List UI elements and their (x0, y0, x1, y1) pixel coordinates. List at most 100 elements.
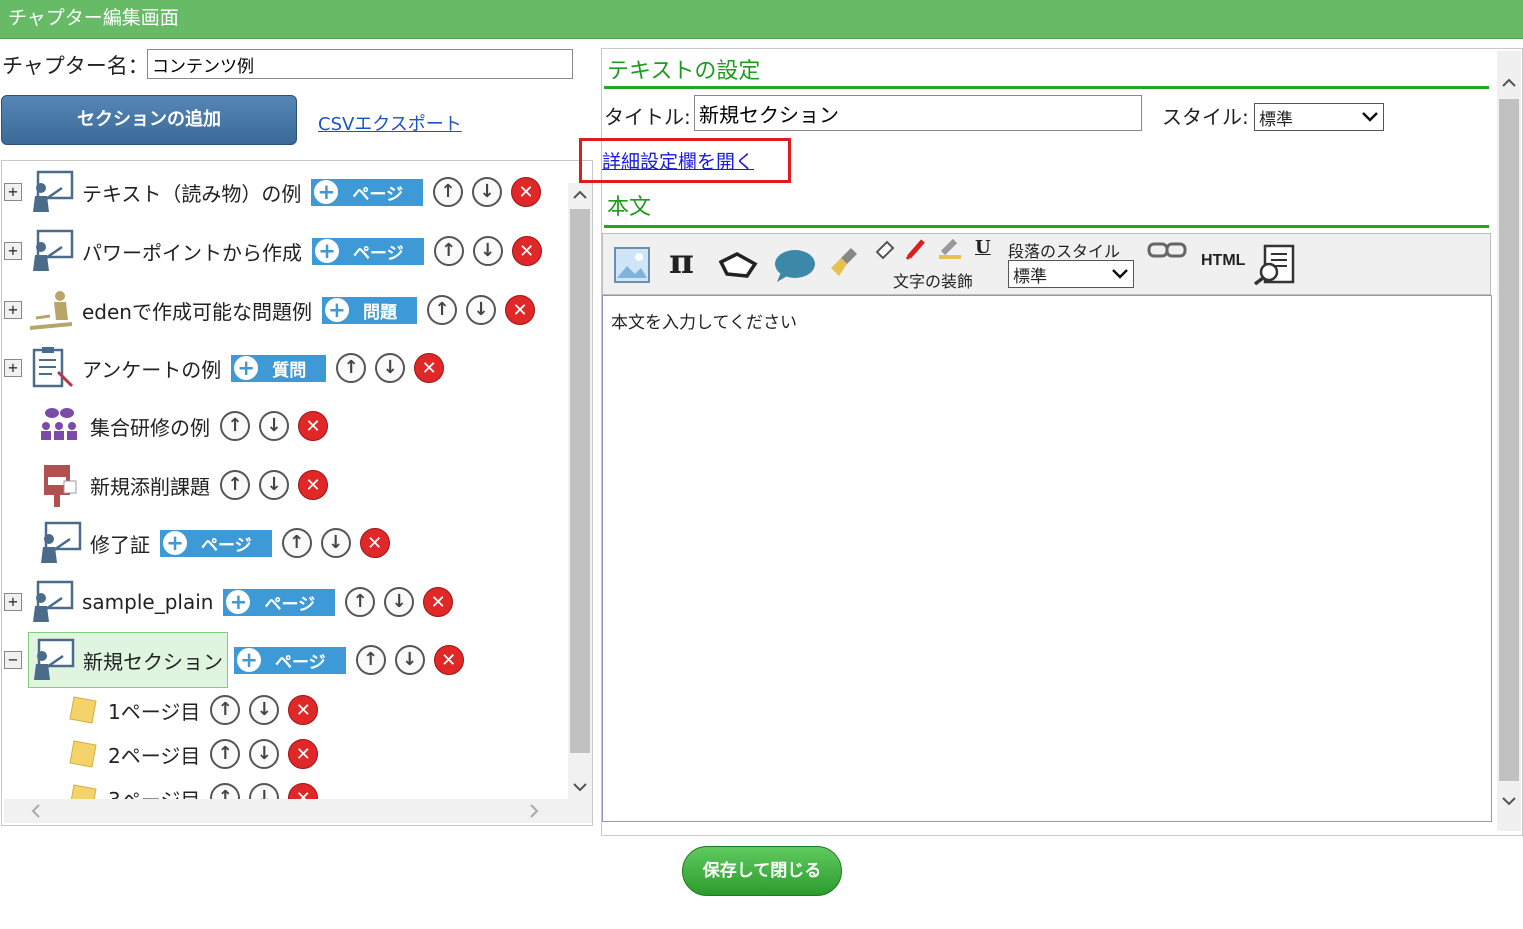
page-row[interactable]: 2ページ目 ↑ ↓ ✕ (68, 732, 327, 776)
scroll-down-icon[interactable] (1501, 793, 1517, 809)
speech-balloon-icon[interactable] (773, 248, 817, 284)
collapse-toggle[interactable]: − (4, 651, 22, 669)
expand-toggle[interactable]: + (4, 242, 22, 260)
formula-pi-icon[interactable]: π (669, 242, 694, 282)
section-label[interactable]: テキスト（読み物）の例 (82, 178, 301, 207)
move-down-button[interactable]: ↓ (375, 353, 406, 383)
expand-toggle[interactable]: + (4, 183, 22, 201)
shape-icon[interactable] (717, 248, 759, 282)
move-down-button[interactable]: ↓ (465, 295, 496, 325)
tree-row[interactable]: + パワーポイントから作成 + ページ ↑ ↓ ✕ (4, 229, 551, 273)
move-down-button[interactable]: ↓ (320, 528, 351, 558)
delete-button[interactable]: ✕ (433, 645, 464, 675)
highlighter-icon[interactable] (937, 237, 963, 261)
section-label[interactable]: 新規添削課題 (90, 471, 210, 500)
scroll-right-icon[interactable] (526, 803, 542, 819)
add-page-button[interactable]: + ページ (234, 646, 346, 674)
scroll-up-icon[interactable] (1501, 75, 1517, 91)
move-up-button[interactable]: ↑ (281, 528, 312, 558)
tree-row-selected[interactable]: − 新規セクション + ページ ↑ ↓ ✕ (4, 632, 473, 688)
selected-section-node[interactable]: 新規セクション (28, 632, 228, 688)
panel-vertical-scrollbar[interactable] (1497, 51, 1521, 831)
move-up-button[interactable]: ↑ (336, 353, 367, 383)
add-question-button[interactable]: + 問題 (321, 296, 417, 324)
page-label[interactable]: 1ページ目 (108, 696, 200, 725)
tree-row[interactable]: 集合研修の例 ↑ ↓ ✕ (12, 404, 337, 448)
scroll-left-icon[interactable] (28, 803, 44, 819)
preview-magnifier-icon[interactable] (1253, 244, 1297, 286)
add-question-button[interactable]: + 質問 (231, 354, 327, 382)
tree-vertical-scrollbar[interactable] (568, 183, 592, 823)
section-title-input[interactable] (694, 95, 1142, 131)
move-down-button[interactable]: ↓ (472, 236, 503, 266)
move-up-button[interactable]: ↑ (220, 470, 250, 500)
tree-row[interactable]: 新規添削課題 ↑ ↓ ✕ (12, 463, 337, 507)
delete-button[interactable]: ✕ (511, 236, 542, 266)
add-page-button[interactable]: + ページ (311, 178, 424, 206)
scroll-up-icon[interactable] (572, 187, 588, 203)
tree-scroll-thumb[interactable] (570, 209, 590, 753)
underline-icon[interactable]: U (975, 237, 991, 258)
delete-button[interactable]: ✕ (423, 587, 454, 617)
move-down-button[interactable]: ↓ (394, 645, 425, 675)
eraser-icon[interactable] (873, 238, 895, 262)
section-label[interactable]: 修了証 (90, 529, 150, 558)
format-brush-icon[interactable] (829, 246, 861, 282)
move-down-button[interactable]: ↓ (472, 177, 503, 207)
tree-horizontal-scrollbar[interactable] (4, 799, 568, 823)
insert-image-icon[interactable] (613, 246, 651, 284)
delete-button[interactable]: ✕ (511, 177, 542, 207)
move-down-button[interactable]: ↓ (249, 739, 280, 769)
scroll-down-icon[interactable] (572, 779, 588, 795)
red-pen-icon[interactable] (903, 237, 929, 261)
move-up-button[interactable]: ↑ (433, 177, 464, 207)
move-up-button[interactable]: ↑ (426, 295, 457, 325)
body-editor[interactable]: 本文を入力してください (602, 295, 1492, 822)
expand-toggle[interactable]: + (4, 301, 22, 319)
move-up-button[interactable]: ↑ (210, 739, 241, 769)
tree-row[interactable]: + edenで作成可能な問題例 + 問題 ↑ ↓ ✕ (4, 288, 544, 332)
delete-button[interactable]: ✕ (288, 695, 319, 725)
delete-button[interactable]: ✕ (414, 353, 445, 383)
move-down-button[interactable]: ↓ (259, 411, 289, 441)
section-label[interactable]: 集合研修の例 (90, 412, 210, 441)
delete-button[interactable]: ✕ (288, 739, 319, 769)
panel-scroll-thumb[interactable] (1499, 99, 1519, 781)
add-page-button[interactable]: + ページ (312, 237, 424, 265)
move-down-button[interactable]: ↓ (384, 587, 415, 617)
expand-toggle[interactable]: + (4, 593, 22, 611)
section-label[interactable]: edenで作成可能な問題例 (82, 296, 312, 325)
move-up-button[interactable]: ↑ (345, 587, 376, 617)
style-select[interactable]: 標準 (1254, 103, 1384, 131)
add-page-button[interactable]: + ページ (223, 588, 336, 616)
move-up-button[interactable]: ↑ (355, 645, 386, 675)
move-up-button[interactable]: ↑ (220, 411, 250, 441)
section-label[interactable]: sample_plain (82, 590, 213, 614)
delete-button[interactable]: ✕ (504, 295, 535, 325)
add-section-button[interactable]: セクションの追加 (1, 95, 297, 145)
link-chain-icon[interactable] (1147, 240, 1187, 260)
tree-row[interactable]: 修了証 + ページ ↑ ↓ ✕ (12, 521, 399, 565)
move-down-button[interactable]: ↓ (249, 695, 280, 725)
page-row[interactable]: 1ページ目 ↑ ↓ ✕ (68, 688, 327, 732)
paragraph-style-select[interactable]: 標準 (1008, 260, 1134, 288)
delete-button[interactable]: ✕ (359, 528, 390, 558)
delete-button[interactable]: ✕ (298, 411, 328, 441)
move-up-button[interactable]: ↑ (210, 695, 241, 725)
section-label[interactable]: 新規セクション (83, 646, 223, 675)
section-label[interactable]: アンケートの例 (82, 354, 221, 383)
delete-button[interactable]: ✕ (298, 470, 328, 500)
section-label[interactable]: パワーポイントから作成 (82, 237, 302, 266)
save-and-close-button[interactable]: 保存して閉じる (682, 846, 842, 896)
html-source-button[interactable]: HTML (1201, 252, 1245, 270)
page-label[interactable]: 2ページ目 (108, 740, 200, 769)
csv-export-link[interactable]: CSVエクスポート (318, 110, 462, 136)
tree-row[interactable]: + アンケートの例 + 質問 ↑ ↓ ✕ (4, 346, 453, 390)
section-tree-panel[interactable]: + テキスト（読み物）の例 + ページ ↑ ↓ ✕ + パワーポイントから作成 +… (1, 160, 593, 826)
expand-toggle[interactable]: + (4, 359, 22, 377)
chapter-name-input[interactable] (147, 49, 573, 79)
tree-row[interactable]: + テキスト（読み物）の例 + ページ ↑ ↓ ✕ (4, 170, 550, 214)
move-down-button[interactable]: ↓ (259, 470, 289, 500)
add-page-button[interactable]: + ページ (160, 529, 272, 557)
move-up-button[interactable]: ↑ (433, 236, 464, 266)
